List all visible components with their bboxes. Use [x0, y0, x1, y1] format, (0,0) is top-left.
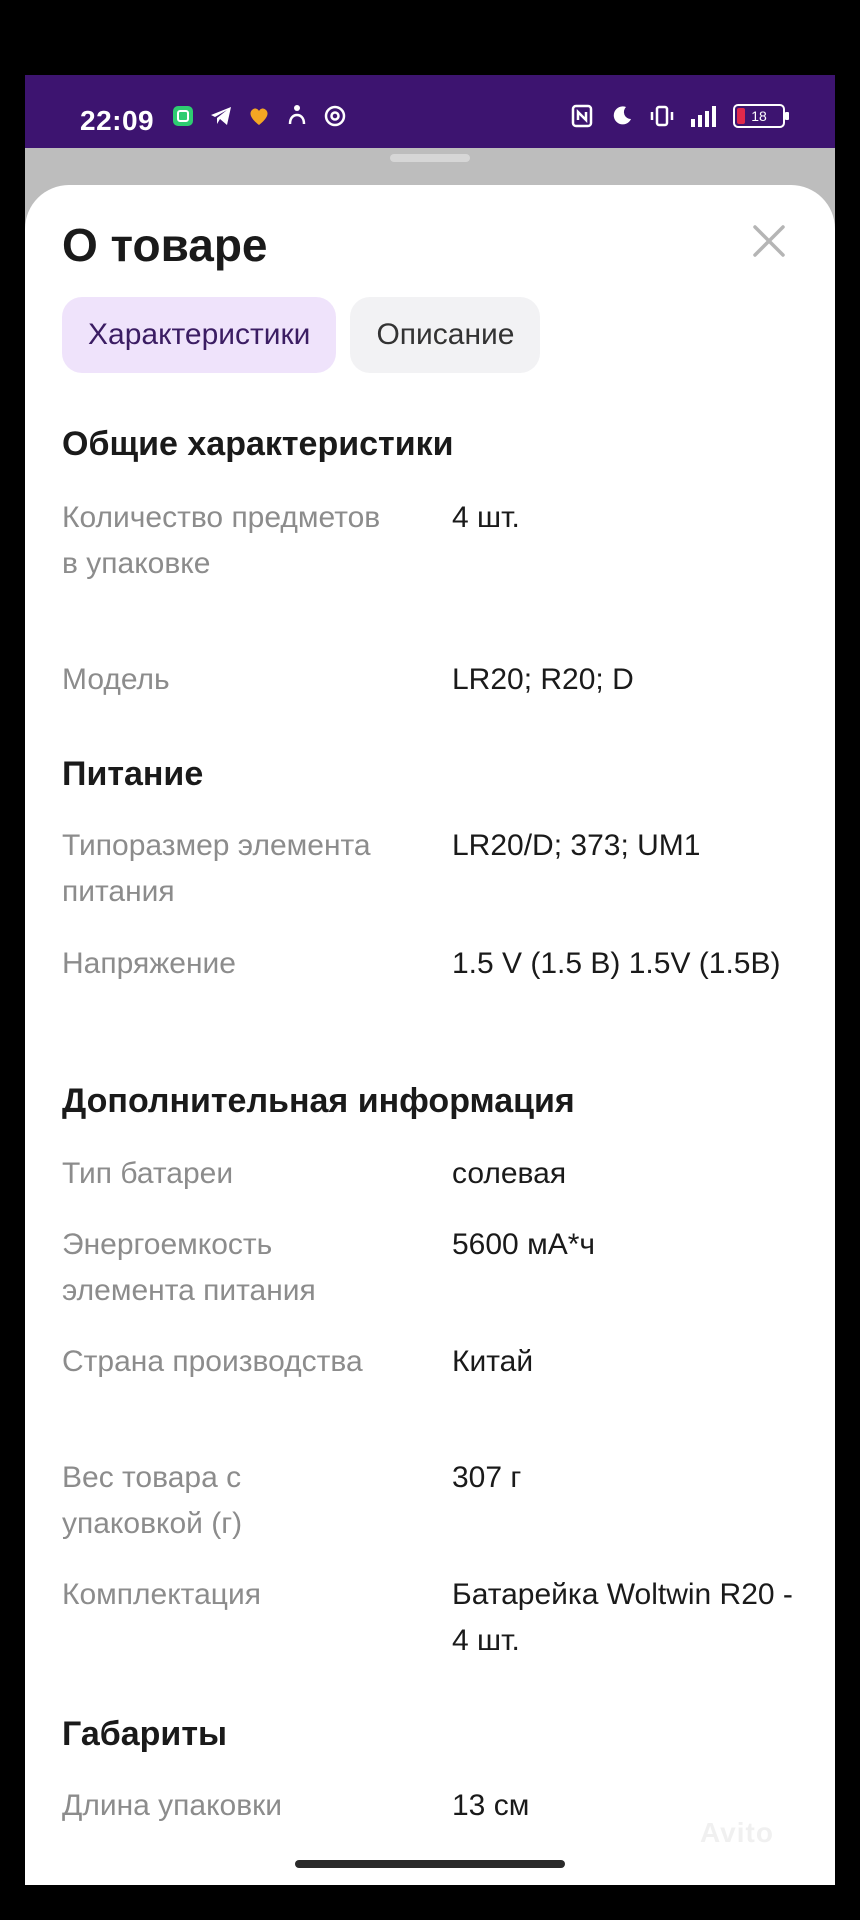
battery-level [737, 108, 745, 124]
spec-value: 5600 мА*ч [452, 1228, 596, 1261]
page-title: О товаре [62, 219, 268, 271]
accessibility-icon [288, 105, 306, 125]
spec-label: Напряжение [62, 947, 236, 980]
notification-icons [170, 103, 348, 129]
moon-icon [613, 106, 631, 125]
spec-label: Модель [62, 663, 170, 696]
dating-app-icon [250, 108, 268, 125]
spec-value: солевая [452, 1157, 567, 1190]
nfc-icon [571, 104, 593, 128]
product-info-sheet: О товаре Характеристики Описание Общие х… [25, 185, 835, 1885]
spec-value: LR20; R20; D [452, 663, 634, 696]
home-indicator[interactable] [295, 1860, 565, 1868]
tabs: Характеристики Описание [62, 297, 541, 373]
spec-label: Комплектация [62, 1578, 261, 1611]
spec-label: Тип батареи [62, 1157, 234, 1190]
spec-label: Длина упаковки [62, 1789, 283, 1822]
status-time: 22:09 [80, 105, 155, 136]
close-icon[interactable] [745, 217, 793, 265]
telegram-icon [211, 107, 231, 125]
spec-label: Вес товара с упаковкой (г) [62, 1461, 243, 1540]
system-icons: 18 [569, 103, 789, 129]
at-icon [324, 105, 346, 127]
signal-icon [691, 106, 716, 127]
spec-label: Количество предметов в упаковке [62, 501, 381, 580]
phone-screen: 22:09 18 О товаре Характеристики Описани… [25, 75, 835, 1885]
tab-characteristics[interactable]: Характеристики [62, 297, 337, 373]
battery-indicator: 18 [733, 104, 789, 128]
avito-watermark: Avito [700, 1817, 774, 1848]
section-title-power: Питание [62, 755, 204, 793]
battery-percent: 18 [751, 108, 767, 124]
section-title-general: Общие характеристики [62, 425, 454, 463]
drag-handle[interactable] [390, 154, 470, 162]
spec-value: 4 шт. [452, 501, 520, 534]
section-title-dimensions: Габариты [62, 1715, 228, 1753]
vibrate-icon [650, 105, 674, 127]
spec-label: Энергоемкость элемента питания [62, 1228, 316, 1307]
status-bar: 22:09 18 [25, 75, 835, 148]
section-title-additional: Дополнительная информация [62, 1082, 575, 1120]
spec-label: Типоразмер элемента питания [62, 829, 371, 908]
spec-value: Китай [452, 1345, 534, 1378]
spec-value: 307 г [452, 1461, 522, 1494]
spec-value: 1.5 V (1.5 В) 1.5V (1.5В) [452, 947, 781, 980]
spec-value: LR20/D; 373; UM1 [452, 829, 701, 862]
notes-app-icon [173, 106, 193, 126]
spec-value: Батарейка Woltwin R20 - 4 шт. [452, 1578, 793, 1657]
tab-description[interactable]: Описание [350, 297, 541, 373]
spec-label: Страна производства [62, 1345, 363, 1378]
